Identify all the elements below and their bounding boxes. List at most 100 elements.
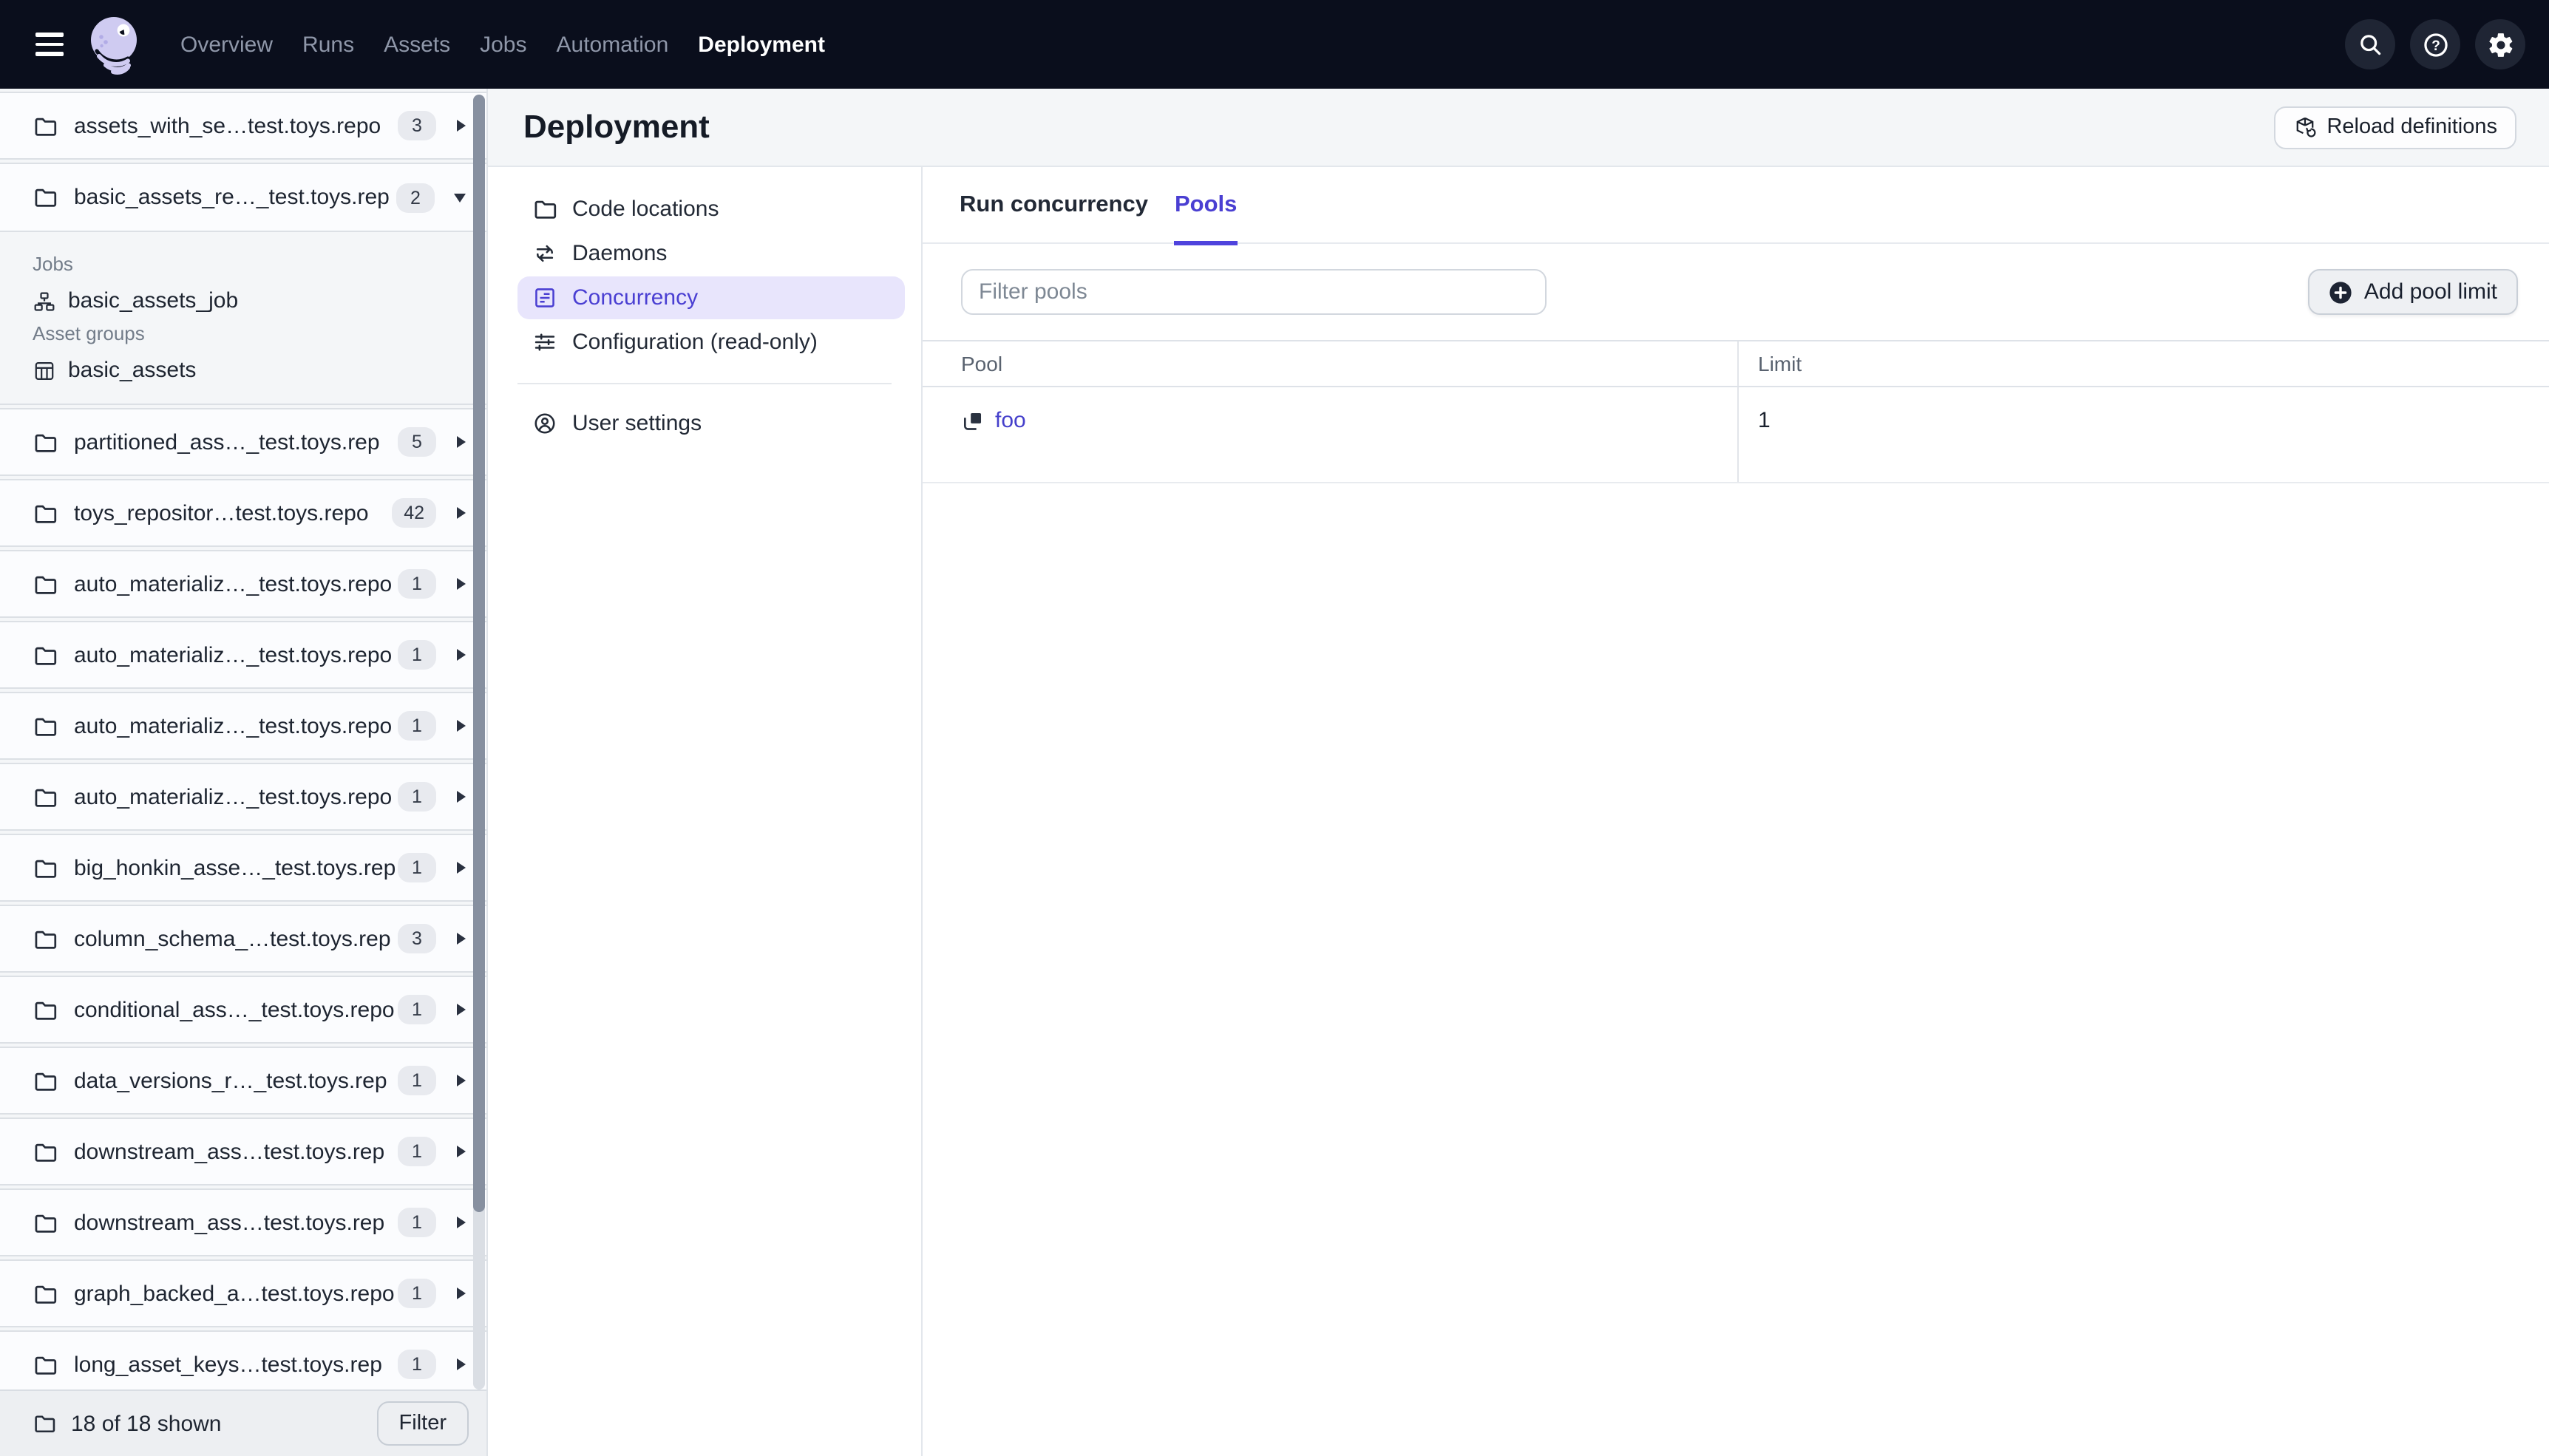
repo-row[interactable]: conditional_ass…_test.toys.repo 1 xyxy=(0,976,486,1044)
asset-group-name: basic_assets xyxy=(68,358,197,383)
pool-name: foo xyxy=(995,408,1026,433)
tab-pools[interactable]: Pools xyxy=(1174,166,1238,245)
reload-definitions-button[interactable]: Reload definitions xyxy=(2273,106,2516,149)
nav-link[interactable]: Runs xyxy=(302,32,354,57)
subnav-item-concurrency[interactable]: Concurrency xyxy=(517,276,905,319)
repo-count-status: 18 of 18 shown xyxy=(71,1411,222,1436)
menu-icon[interactable] xyxy=(0,0,71,89)
nav-link[interactable]: Overview xyxy=(180,32,273,57)
top-nav: Overview Runs Assets Jobs Automation Deployme… xyxy=(0,0,2549,89)
nav-link[interactable]: Jobs xyxy=(480,32,526,57)
chevron-right-icon[interactable] xyxy=(457,649,466,661)
chevron-right-icon[interactable] xyxy=(457,1287,466,1299)
chevron-right-icon[interactable] xyxy=(457,1075,466,1086)
subnav-label: Concurrency xyxy=(572,285,699,310)
sidebar-footer: 18 of 18 shown Filter xyxy=(0,1389,486,1456)
chevron-right-icon[interactable] xyxy=(457,720,466,732)
folder-icon xyxy=(33,855,58,880)
nav-link[interactable]: Deployment xyxy=(698,32,825,57)
repo-row[interactable]: data_versions_r…_test.toys.rep 1 xyxy=(0,1047,486,1115)
repo-count-badge: 5 xyxy=(398,427,436,457)
dagster-app: Overview Runs Assets Jobs Automation Deployme… xyxy=(0,0,2549,1456)
repo-group-expanded: basic_assets_re…_test.toys.rep 2 Jobs ba… xyxy=(0,163,486,405)
repo-count-badge: 1 xyxy=(398,782,436,812)
repo-name: graph_backed_a…test.toys.repo xyxy=(74,1281,395,1306)
chevron-right-icon[interactable] xyxy=(457,1217,466,1228)
repo-row[interactable]: big_honkin_asse…_test.toys.rep 1 xyxy=(0,834,486,902)
repo-row[interactable]: toys_repositor…test.toys.repo 42 xyxy=(0,479,486,547)
repo-row[interactable]: basic_assets_re…_test.toys.rep 2 xyxy=(0,164,486,232)
folder-icon xyxy=(33,1139,58,1164)
chevron-right-icon[interactable] xyxy=(457,791,466,803)
repo-row[interactable]: auto_materializ…_test.toys.repo 1 xyxy=(0,692,486,760)
repo-count-badge: 3 xyxy=(398,111,436,140)
configuration-icon xyxy=(534,333,555,350)
pool-link[interactable]: foo xyxy=(961,408,1026,433)
nav-link[interactable]: Automation xyxy=(557,32,669,57)
chevron-right-icon[interactable] xyxy=(457,578,466,590)
filter-button[interactable]: Filter xyxy=(376,1401,469,1446)
asset-group-item[interactable]: basic_assets xyxy=(33,358,466,383)
repo-list: assets_with_se…test.toys.repo 3 basic_as… xyxy=(0,89,486,1389)
code-location-sidebar: assets_with_se…test.toys.repo 3 basic_as… xyxy=(0,89,488,1456)
table-row: foo 1 xyxy=(923,387,2549,483)
chevron-right-icon[interactable] xyxy=(457,1358,466,1370)
search-icon[interactable] xyxy=(2345,19,2395,69)
tab-bar: Run concurrency Pools xyxy=(923,166,2549,245)
repo-name: auto_materializ…_test.toys.repo xyxy=(74,784,393,809)
repo-row[interactable]: auto_materializ…_test.toys.repo 1 xyxy=(0,550,486,618)
sidebar-scrollbar[interactable] xyxy=(473,95,485,1389)
folder-icon xyxy=(33,429,58,455)
chevron-right-icon[interactable] xyxy=(457,120,466,132)
dagster-logo-icon[interactable] xyxy=(87,14,143,79)
repo-name: downstream_ass…test.toys.rep xyxy=(74,1210,385,1235)
folder-icon xyxy=(33,784,58,809)
subnav-label: Code locations xyxy=(572,196,719,222)
repo-count-badge: 1 xyxy=(398,711,436,741)
main-nav-links: Overview Runs Assets Jobs Automation Deployme… xyxy=(180,32,825,57)
user-icon xyxy=(534,413,555,435)
pool-limit-value: 1 xyxy=(1758,408,1771,433)
nav-link[interactable]: Assets xyxy=(384,32,450,57)
subnav-item-user-settings[interactable]: User settings xyxy=(517,403,905,445)
repo-count-badge: 1 xyxy=(398,1137,436,1166)
tab-run-concurrency[interactable]: Run concurrency xyxy=(960,166,1148,243)
limit-column-header: Limit xyxy=(1737,341,2549,386)
repo-row[interactable]: downstream_ass…test.toys.rep 1 xyxy=(0,1117,486,1185)
pool-column-header: Pool xyxy=(961,352,1003,375)
concurrency-panel: Run concurrency Pools Add pool limit xyxy=(923,167,2549,1456)
repo-row[interactable]: assets_with_se…test.toys.repo 3 xyxy=(0,92,486,160)
repo-row[interactable]: partitioned_ass…_test.toys.rep 5 xyxy=(0,408,486,476)
subnav-item-daemons[interactable]: Daemons xyxy=(517,232,905,274)
repo-row[interactable]: auto_materializ…_test.toys.repo 1 xyxy=(0,763,486,831)
add-pool-limit-button[interactable]: Add pool limit xyxy=(2307,269,2518,315)
repo-row[interactable]: graph_backed_a…test.toys.repo 1 xyxy=(0,1259,486,1327)
folder-icon xyxy=(33,500,58,525)
settings-icon[interactable] xyxy=(2475,19,2525,69)
job-item[interactable]: basic_assets_job xyxy=(33,288,466,313)
subnav-item-configuration[interactable]: Configuration (read-only) xyxy=(517,321,905,363)
chevron-right-icon[interactable] xyxy=(457,862,466,874)
repo-expanded-section: Jobs basic_assets_job Asset groups basic… xyxy=(0,232,486,404)
subnav-item-code-locations[interactable]: Code locations xyxy=(517,188,905,230)
asset-group-icon xyxy=(35,361,54,380)
chevron-right-icon[interactable] xyxy=(457,933,466,945)
chevron-right-icon[interactable] xyxy=(457,1004,466,1016)
repo-row[interactable]: long_asset_keys…test.toys.rep 1 xyxy=(0,1330,486,1389)
sidebar-scrollbar-thumb[interactable] xyxy=(473,95,485,1212)
repo-row[interactable]: downstream_ass…test.toys.rep 1 xyxy=(0,1188,486,1256)
page-title: Deployment xyxy=(523,108,710,145)
subnav-label: Daemons xyxy=(572,240,668,266)
chevron-right-icon[interactable] xyxy=(457,1146,466,1157)
help-icon[interactable]: ? xyxy=(2410,19,2460,69)
filter-pools-input[interactable] xyxy=(961,269,1547,315)
repo-row[interactable]: column_schema_…test.toys.rep 3 xyxy=(0,905,486,973)
repo-row[interactable]: auto_materializ…_test.toys.repo 1 xyxy=(0,621,486,689)
pools-table-body: foo 1 xyxy=(923,387,2549,483)
chevron-down-icon[interactable] xyxy=(454,193,466,202)
chevron-right-icon[interactable] xyxy=(457,436,466,448)
chevron-right-icon[interactable] xyxy=(457,507,466,519)
subnav-divider xyxy=(517,382,892,384)
repo-name: basic_assets_re…_test.toys.rep xyxy=(74,185,390,210)
daemons-icon xyxy=(536,245,554,262)
